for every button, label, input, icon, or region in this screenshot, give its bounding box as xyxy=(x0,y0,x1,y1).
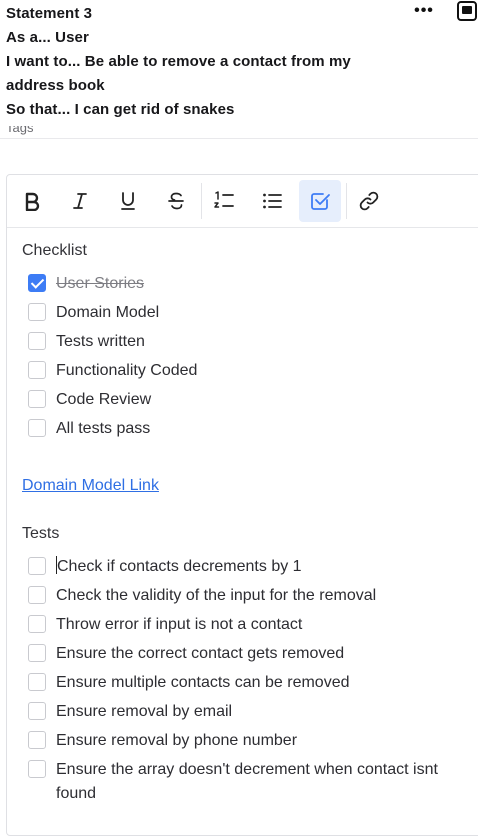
italic-button[interactable] xyxy=(59,180,101,222)
checklist-item: Functionality Coded xyxy=(28,359,468,383)
strikethrough-button[interactable] xyxy=(155,180,197,222)
checklist-heading: Checklist xyxy=(22,242,87,259)
checklist-item: User Stories xyxy=(28,272,468,296)
checkbox[interactable] xyxy=(28,557,46,575)
checkbox[interactable] xyxy=(28,731,46,749)
ordered-list-button[interactable] xyxy=(203,180,245,222)
test-item-label: Ensure removal by phone number xyxy=(56,732,298,749)
statement-role: As a... User xyxy=(6,29,89,46)
test-item: Throw error if input is not a contact xyxy=(28,613,468,637)
card-view-button[interactable] xyxy=(456,0,478,22)
bold-icon xyxy=(25,192,40,211)
checklist-item: Code Review xyxy=(28,388,468,412)
card-view-icon xyxy=(457,1,477,21)
checkbox[interactable] xyxy=(28,586,46,604)
more-options-button[interactable]: ••• xyxy=(410,2,438,20)
ordered-list-icon xyxy=(214,191,234,208)
underline-button[interactable] xyxy=(107,180,149,222)
checklist-item: All tests pass xyxy=(28,417,468,441)
underline-icon xyxy=(121,192,135,210)
checkbox-checked[interactable] xyxy=(28,274,46,292)
checkbox[interactable] xyxy=(28,332,46,350)
link-icon xyxy=(359,191,379,211)
more-icon: ••• xyxy=(414,2,434,19)
checklist-item-label: Functionality Coded xyxy=(56,362,198,379)
test-item-label: Ensure the array doesn't decrement when … xyxy=(56,761,438,802)
test-item-label: Ensure removal by email xyxy=(56,703,233,720)
checkbox[interactable] xyxy=(28,644,46,662)
checkbox[interactable] xyxy=(28,615,46,633)
checklist-item-label: All tests pass xyxy=(56,420,151,437)
test-item: Ensure multiple contacts can be removed xyxy=(28,671,468,695)
checkbox[interactable] xyxy=(28,390,46,408)
tests-heading: Tests xyxy=(22,525,60,542)
checklist-item: Domain Model xyxy=(28,301,468,325)
bold-button[interactable] xyxy=(11,180,53,222)
tags-label: Tags xyxy=(6,126,34,135)
toolbar-divider xyxy=(346,183,347,219)
test-item: Ensure the correct contact gets removed xyxy=(28,642,468,666)
test-item: Check if contacts decrements by 1 xyxy=(28,555,468,579)
statement-title: Statement 3 xyxy=(6,5,93,22)
test-item: Ensure removal by phone number xyxy=(28,729,468,753)
checkbox[interactable] xyxy=(28,361,46,379)
test-item-label: Ensure multiple contacts can be removed xyxy=(56,674,350,691)
strikethrough-icon xyxy=(168,192,184,210)
editor-toolbar xyxy=(7,175,478,228)
card-header: Statement 3 As a... User I want to... Be… xyxy=(0,0,478,139)
statement-so-that: So that... I can get rid of snakes xyxy=(6,101,235,118)
test-item: Check the validity of the input for the … xyxy=(28,584,468,608)
test-item: Ensure removal by email xyxy=(28,700,468,724)
checklist-item: Tests written xyxy=(28,330,468,354)
test-item-label: Ensure the correct contact gets removed xyxy=(56,645,345,662)
checkbox[interactable] xyxy=(28,673,46,691)
test-item-label: Throw error if input is not a contact xyxy=(56,616,303,633)
checkbox[interactable] xyxy=(28,760,46,778)
checkbox[interactable] xyxy=(28,702,46,720)
link-button[interactable] xyxy=(348,180,390,222)
checklist-icon xyxy=(311,193,330,210)
test-item: Ensure the array doesn't decrement when … xyxy=(28,758,468,806)
checklist-item-label: User Stories xyxy=(56,275,145,292)
bullet-list-icon xyxy=(263,193,282,209)
test-item-label: Check the validity of the input for the … xyxy=(56,587,377,604)
italic-icon xyxy=(73,193,87,209)
rich-text-editor[interactable]: Checklist User Stories Domain Model Test… xyxy=(6,174,478,836)
test-item-label: Check if contacts decrements by 1 xyxy=(56,556,302,575)
statement-want: I want to... Be able to remove a contact… xyxy=(6,53,351,70)
checklist-item-label: Domain Model xyxy=(56,304,160,321)
bullet-list-button[interactable] xyxy=(251,180,293,222)
checklist-button[interactable] xyxy=(299,180,341,222)
statement-want-cont: address book xyxy=(6,77,105,94)
checkbox[interactable] xyxy=(28,419,46,437)
checklist-item-label: Tests written xyxy=(56,333,145,350)
checklist-item-label: Code Review xyxy=(56,391,152,408)
domain-model-link[interactable]: Domain Model Link xyxy=(22,477,159,495)
toolbar-divider xyxy=(201,183,202,219)
checkbox[interactable] xyxy=(28,303,46,321)
